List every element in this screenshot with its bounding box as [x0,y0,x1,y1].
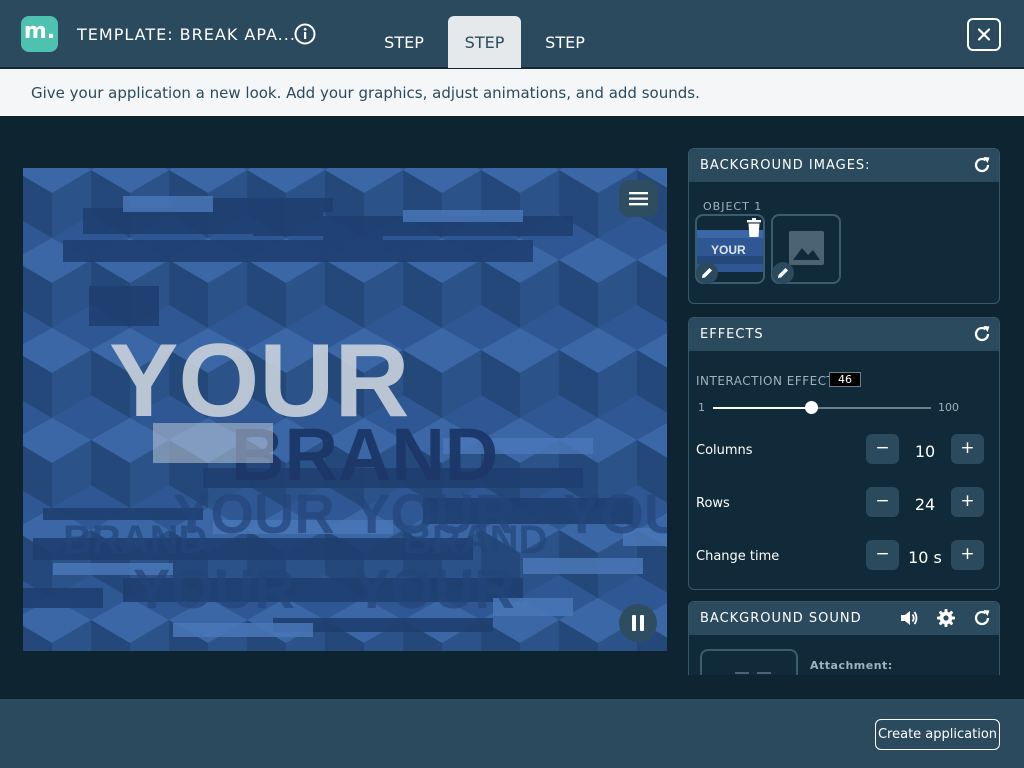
pause-button[interactable] [619,604,657,642]
columns-increase-button[interactable]: + [951,434,984,464]
pause-icon [632,615,644,631]
slider-min: 1 [698,401,705,414]
gear-icon[interactable] [936,608,956,628]
rows-decrease-button[interactable]: − [866,487,899,517]
top-bar: m. TEMPLATE: BREAK APA... STEP I STEP II… [0,0,1024,106]
background-sound-title: BACKGROUND SOUND [700,611,862,626]
svg-text:YOUR: YOUR [563,482,667,545]
info-icon[interactable] [294,23,316,45]
attachment-label: Attachment: [810,659,893,672]
change-time-increase-button[interactable]: + [951,540,984,570]
preview-artwork: YOUR BRAND YOUR YOUR YOUR YOUR YOUR BRAN… [23,168,667,651]
background-images-header: BACKGROUND IMAGES: [689,149,999,182]
template-title: TEMPLATE: BREAK APA... [77,25,296,44]
instruction-text: Give your application a new look. Add yo… [31,84,700,102]
change-time-decrease-button[interactable]: − [866,540,899,570]
slider-fill [713,407,812,409]
bottom-bar [0,699,1024,768]
rows-value: 24 [914,495,936,514]
preview-menu-button[interactable] [619,180,658,217]
change-time-label: Change time [696,549,780,564]
app-logo: m. [21,16,58,52]
trash-icon[interactable] [744,217,764,239]
create-application-button[interactable]: Create application [875,719,1000,750]
object-label: OBJECT 1 [703,200,763,213]
close-icon [977,28,991,41]
refresh-icon[interactable] [972,155,992,175]
rows-increase-button[interactable]: + [951,487,984,517]
slider-max: 100 [938,401,959,414]
svg-text:YOUR: YOUR [133,557,295,620]
change-time-value: 10 s [908,548,942,567]
interaction-effect-slider[interactable] [713,401,931,414]
refresh-icon[interactable] [972,324,992,344]
svg-text:YOUR: YOUR [711,243,746,257]
background-images-title: BACKGROUND IMAGES: [700,158,871,173]
svg-text:BRAND: BRAND [403,518,547,562]
tab-step-3[interactable]: STEP III [527,16,603,106]
refresh-icon[interactable] [972,608,992,628]
interaction-effect-value: 46 [829,372,861,387]
edit-thumbnail-button[interactable] [696,262,718,284]
tab-step-1[interactable]: STEP I [370,16,438,106]
volume-icon[interactable] [899,608,919,628]
instruction-bar: Give your application a new look. Add yo… [0,69,1024,116]
menu-icon [629,192,648,206]
background-sound-panel: BACKGROUND SOUND Attachment: [688,601,1000,675]
pencil-icon [702,268,712,278]
effects-title: EFFECTS [700,327,764,342]
columns-decrease-button[interactable]: − [866,434,899,464]
preview-canvas[interactable]: YOUR BRAND YOUR YOUR YOUR YOUR YOUR BRAN… [23,168,667,651]
columns-value: 10 [914,442,936,461]
edit-empty-slot-button[interactable] [772,262,794,284]
slider-handle[interactable] [805,401,819,414]
close-button[interactable] [967,18,1001,51]
sound-attachment-slot[interactable] [700,649,798,675]
rows-label: Rows [696,496,730,511]
interaction-effect-label: INTERACTION EFFECT [696,374,835,388]
tab-step-2[interactable]: STEP II [448,16,521,106]
effects-panel: EFFECTS INTERACTION EFFECT 46 1 100 Colu… [688,317,1000,590]
pencil-icon [778,268,788,278]
svg-text:BRAND: BRAND [63,518,207,562]
effects-header: EFFECTS [689,318,999,351]
background-sound-header: BACKGROUND SOUND [689,602,999,635]
svg-text:YOUR: YOUR [353,557,515,620]
columns-label: Columns [696,443,753,458]
background-images-panel: BACKGROUND IMAGES: OBJECT 1 YOUR [688,148,1000,304]
